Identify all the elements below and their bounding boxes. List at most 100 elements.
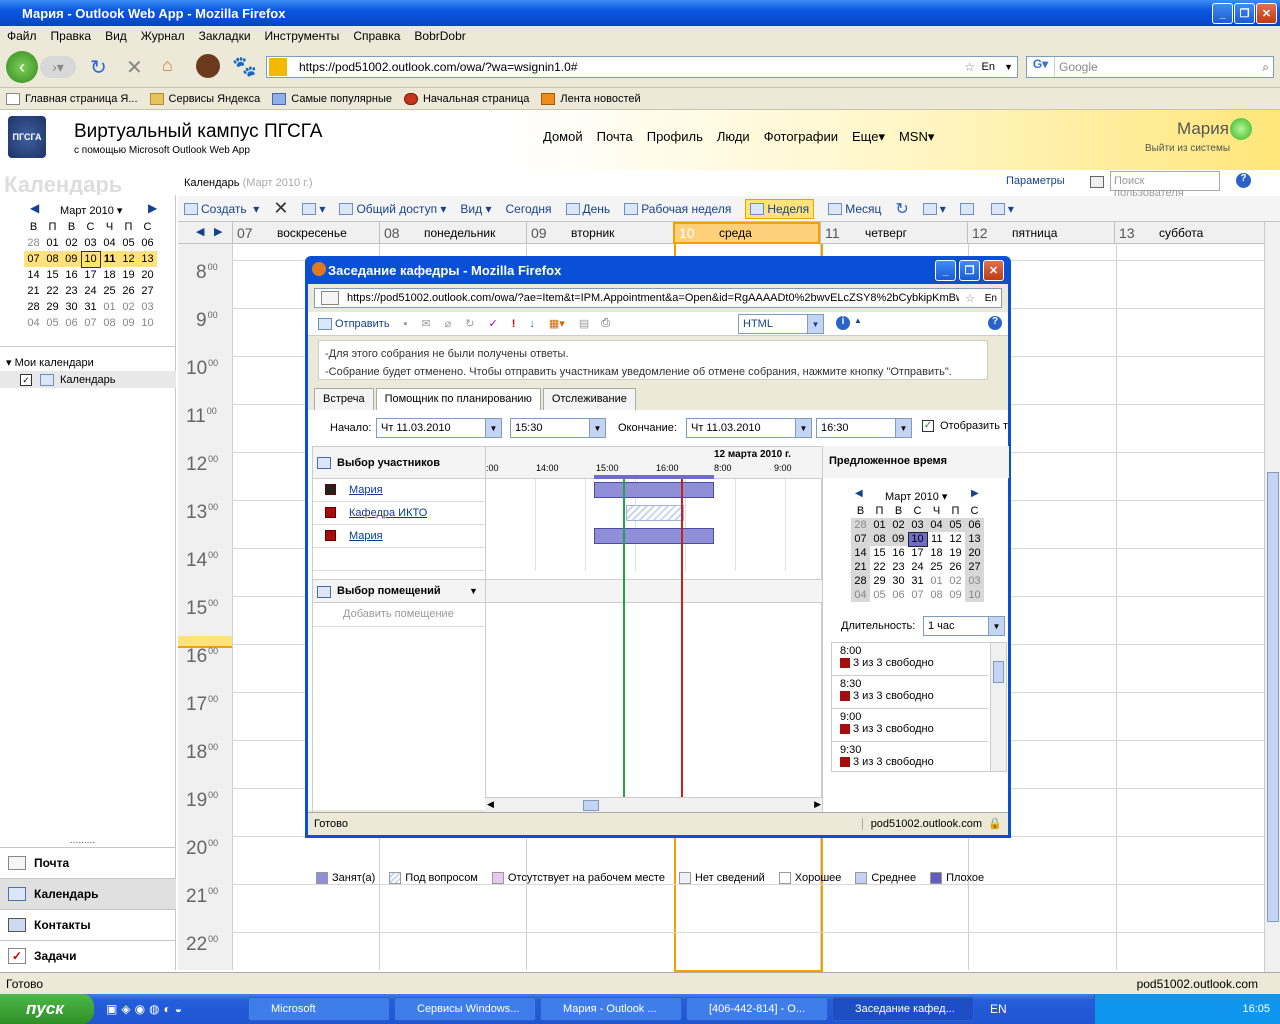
popup-maximize-button[interactable]: ❐ bbox=[959, 260, 980, 281]
minimize-button[interactable]: _ bbox=[1212, 3, 1233, 24]
minical-day[interactable]: 03 bbox=[81, 235, 100, 251]
nav-more[interactable]: Еще▾ bbox=[852, 129, 885, 145]
day-header-monday[interactable]: 08 понедельник bbox=[379, 222, 526, 244]
share-button[interactable]: Общий доступ ▾ bbox=[339, 202, 446, 216]
workweek-view-button[interactable]: Рабочая неделя bbox=[624, 202, 731, 216]
popup-minical-selected[interactable]: 10 bbox=[907, 531, 928, 547]
presence-icon[interactable] bbox=[1230, 118, 1252, 140]
add-room-input[interactable]: Добавить помещение bbox=[313, 603, 485, 627]
minical-day[interactable]: 13 bbox=[138, 251, 157, 267]
bookmark-start-page[interactable]: Начальная страница bbox=[403, 92, 529, 105]
search-icon[interactable]: ⌕ bbox=[1262, 60, 1269, 75]
forward-icon[interactable]: ›▾ bbox=[40, 56, 76, 78]
splitter-handle[interactable]: ......... bbox=[70, 835, 95, 846]
start-time-select[interactable]: 15:30 ▼ bbox=[510, 418, 606, 438]
google-icon[interactable]: G▾ bbox=[1027, 57, 1055, 77]
menu-bobrdobr[interactable]: BobrDobr bbox=[407, 29, 472, 43]
minical-day[interactable]: 10 bbox=[138, 315, 157, 331]
minical-day[interactable]: 09 bbox=[62, 251, 81, 267]
popup-close-button[interactable]: ✕ bbox=[983, 260, 1004, 281]
nav-mail[interactable]: Почта bbox=[597, 129, 633, 145]
minical-day[interactable]: 28 bbox=[24, 299, 43, 315]
minical-day[interactable]: 22 bbox=[43, 283, 62, 299]
minical-day[interactable]: 08 bbox=[43, 251, 62, 267]
minical-month[interactable]: Март 2010 ▾ bbox=[60, 204, 122, 217]
bookmark-yandex-services[interactable]: Сервисы Яндекса bbox=[149, 92, 260, 105]
minical-day[interactable]: 27 bbox=[138, 283, 157, 299]
minical-day[interactable]: 02 bbox=[62, 235, 81, 251]
my-calendars-group[interactable]: ▾ Мои календари bbox=[6, 356, 94, 369]
minical-day[interactable]: 06 bbox=[62, 315, 81, 331]
day-header-thursday[interactable]: 11 четверг bbox=[820, 222, 967, 244]
minical-day[interactable]: 02 bbox=[119, 299, 138, 315]
star-icon[interactable]: ☆ bbox=[965, 292, 975, 305]
suggested-slot[interactable]: 9:30 3 из 3 свободно bbox=[832, 742, 988, 771]
next-week-icon[interactable]: ▶ bbox=[214, 225, 222, 238]
minical-day[interactable]: 01 bbox=[100, 299, 119, 315]
bookmark-yandex-home[interactable]: Главная страница Я... bbox=[6, 92, 138, 105]
address-book-icon[interactable] bbox=[1090, 176, 1104, 188]
minical-day[interactable]: 09 bbox=[119, 315, 138, 331]
calendar-checkbox[interactable]: ✓ bbox=[20, 373, 32, 386]
nav-photos[interactable]: Фотографии bbox=[764, 129, 838, 145]
rooms-header[interactable]: Выбор помещений ▼ bbox=[313, 579, 823, 603]
popup-minical-next-icon[interactable]: ▶ bbox=[971, 488, 979, 499]
vertical-scrollbar[interactable] bbox=[1264, 222, 1280, 972]
suggested-slot[interactable]: 8:00 3 из 3 свободно bbox=[832, 643, 988, 676]
suggested-slot[interactable]: 9:00 3 из 3 свободно bbox=[832, 709, 988, 742]
minical-day[interactable]: 18 bbox=[100, 267, 119, 283]
calendar-item[interactable]: ✓ Календарь bbox=[0, 371, 176, 388]
minical-day[interactable]: 25 bbox=[100, 283, 119, 299]
start-button[interactable]: пуск bbox=[0, 994, 94, 1024]
minical-day[interactable]: 07 bbox=[24, 251, 43, 267]
move-icon[interactable]: ▾ bbox=[302, 202, 325, 216]
minical-day[interactable]: 04 bbox=[100, 235, 119, 251]
task-windows-services[interactable]: Сервисы Windows... bbox=[394, 997, 536, 1021]
minical-today[interactable]: 10 bbox=[80, 250, 101, 268]
minical-day[interactable]: 29 bbox=[43, 299, 62, 315]
recurrence-icon[interactable]: ▤ bbox=[579, 317, 589, 330]
nav-contacts-pane[interactable]: Контакты bbox=[0, 909, 176, 940]
minical-day[interactable]: 31 bbox=[81, 299, 100, 315]
minical-day[interactable]: 21 bbox=[24, 283, 43, 299]
options-link[interactable]: Параметры bbox=[1006, 175, 1065, 187]
prev-week-icon[interactable]: ◀ bbox=[196, 225, 204, 238]
nav-tasks-pane[interactable]: ✓ Задачи bbox=[0, 940, 176, 971]
signout-link[interactable]: Выйти из системы bbox=[1145, 143, 1230, 154]
delete-icon[interactable]: ✕ bbox=[273, 198, 288, 219]
task-microsoft[interactable]: Microsoft bbox=[248, 997, 390, 1021]
end-date-select[interactable]: Чт 11.03.2010 ▼ bbox=[686, 418, 812, 438]
print-icon[interactable] bbox=[959, 202, 977, 215]
scrollbar-thumb[interactable] bbox=[1267, 472, 1279, 922]
minical-day[interactable]: 15 bbox=[43, 267, 62, 283]
minical-day[interactable]: 19 bbox=[119, 267, 138, 283]
minical-day[interactable]: 01 bbox=[43, 235, 62, 251]
minical-day[interactable]: 23 bbox=[62, 283, 81, 299]
info-menu-icon[interactable]: ▲ bbox=[854, 316, 862, 325]
user-name[interactable]: Мария bbox=[1177, 119, 1229, 139]
address-bar[interactable]: https://pod51002.outlook.com/owa/?wa=wsi… bbox=[266, 56, 1018, 78]
send-button[interactable]: Отправить bbox=[318, 317, 390, 330]
day-header-saturday[interactable]: 13 суббота bbox=[1114, 222, 1261, 244]
bookmark-popular[interactable]: Самые популярные bbox=[272, 92, 392, 105]
maximize-button[interactable]: ❐ bbox=[1234, 3, 1255, 24]
day-view-button[interactable]: День bbox=[565, 202, 610, 216]
horizontal-scrollbar[interactable]: ◀ ▶ bbox=[485, 797, 823, 813]
minical-day[interactable]: 20 bbox=[138, 267, 157, 283]
help-icon[interactable]: ? bbox=[1236, 173, 1251, 188]
minical-day[interactable]: 12 bbox=[119, 251, 138, 267]
close-button[interactable]: ✕ bbox=[1256, 3, 1277, 24]
nav-home[interactable]: Домой bbox=[543, 129, 583, 145]
nav-msn[interactable]: MSN▾ bbox=[899, 129, 934, 145]
minical-day[interactable]: 11 bbox=[100, 251, 119, 267]
popup-action-icons[interactable]: ▪✉⌀↻ bbox=[404, 317, 489, 330]
minical-day[interactable]: 05 bbox=[119, 235, 138, 251]
show-checkbox[interactable]: ✓ bbox=[922, 420, 934, 432]
high-importance-icon[interactable]: ! bbox=[512, 318, 516, 330]
language-indicator[interactable]: EN bbox=[990, 1002, 1007, 1016]
nav-profile[interactable]: Профиль bbox=[647, 129, 703, 145]
menu-file[interactable]: Файл bbox=[0, 29, 44, 43]
check-names-icon[interactable]: ✓ bbox=[489, 317, 498, 330]
menu-view[interactable]: Вид bbox=[98, 29, 134, 43]
minical-day[interactable]: 17 bbox=[81, 267, 100, 283]
